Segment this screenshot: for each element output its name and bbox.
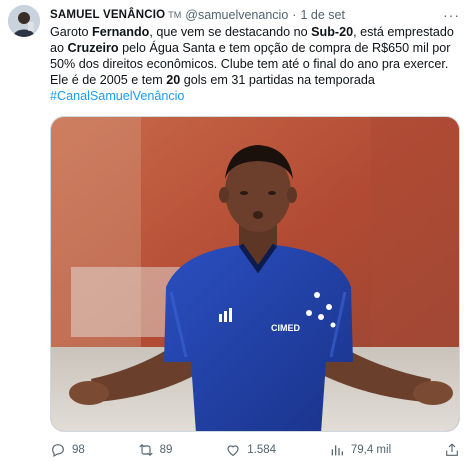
retweet-button[interactable]: 89	[138, 442, 173, 458]
tweet-header: SAMUEL VENÂNCIO TM @samuelvenancio · 1 d…	[50, 6, 460, 24]
tweet-card[interactable]: SAMUEL VENÂNCIO TM @samuelvenancio · 1 d…	[0, 0, 474, 462]
tweet-photo[interactable]: CIMED	[50, 116, 460, 432]
tweet-text: Garoto Fernando, que vem se destacando n…	[50, 24, 462, 104]
action-bar: 98 89 1.584 79,4 mil	[50, 442, 464, 458]
share-icon	[446, 443, 458, 456]
reply-button[interactable]: 98	[50, 442, 85, 458]
tweet-timestamp[interactable]: 1 de set	[300, 8, 344, 22]
retweet-icon	[138, 444, 153, 456]
like-button[interactable]: 1.584	[225, 442, 276, 458]
tweet-text-bold: Sub-20	[311, 25, 354, 39]
tweet-text-bold: Cruzeiro	[67, 41, 119, 55]
view-count: 79,4 mil	[350, 444, 392, 456]
reply-count: 98	[72, 444, 85, 456]
separator-dot: ·	[292, 8, 297, 22]
trademark-badge: TM	[168, 10, 182, 20]
jersey-sponsor: CIMED	[271, 323, 301, 333]
reply-icon	[52, 444, 64, 458]
share-button[interactable]	[444, 442, 464, 458]
views-chart-icon	[331, 445, 343, 456]
like-count: 1.584	[247, 444, 277, 456]
retweet-count: 89	[159, 444, 173, 456]
avatar-image	[8, 5, 40, 37]
more-dots-icon[interactable]: ···	[443, 7, 460, 23]
hashtag-link[interactable]: #CanalSamuelVenâncio	[50, 89, 184, 103]
tweet-text-bold: 20	[166, 73, 181, 87]
heart-icon	[227, 445, 239, 456]
player-photo: CIMED	[51, 117, 459, 431]
author-name[interactable]: SAMUEL VENÂNCIO	[50, 9, 165, 21]
tweet-text-bold: Fernando	[92, 25, 150, 39]
tweet-text-run: Garoto	[50, 25, 92, 39]
tweet-text-run: gols em 31 partidas na temporada	[180, 73, 375, 87]
tweet-text-run: , que vem se destacando no	[149, 25, 312, 39]
author-handle[interactable]: @samuelvenancio	[185, 8, 288, 22]
tweet-body: Garoto Fernando, que vem se destacando n…	[50, 25, 454, 87]
avatar[interactable]	[8, 5, 40, 37]
views-button[interactable]: 79,4 mil	[329, 442, 391, 458]
